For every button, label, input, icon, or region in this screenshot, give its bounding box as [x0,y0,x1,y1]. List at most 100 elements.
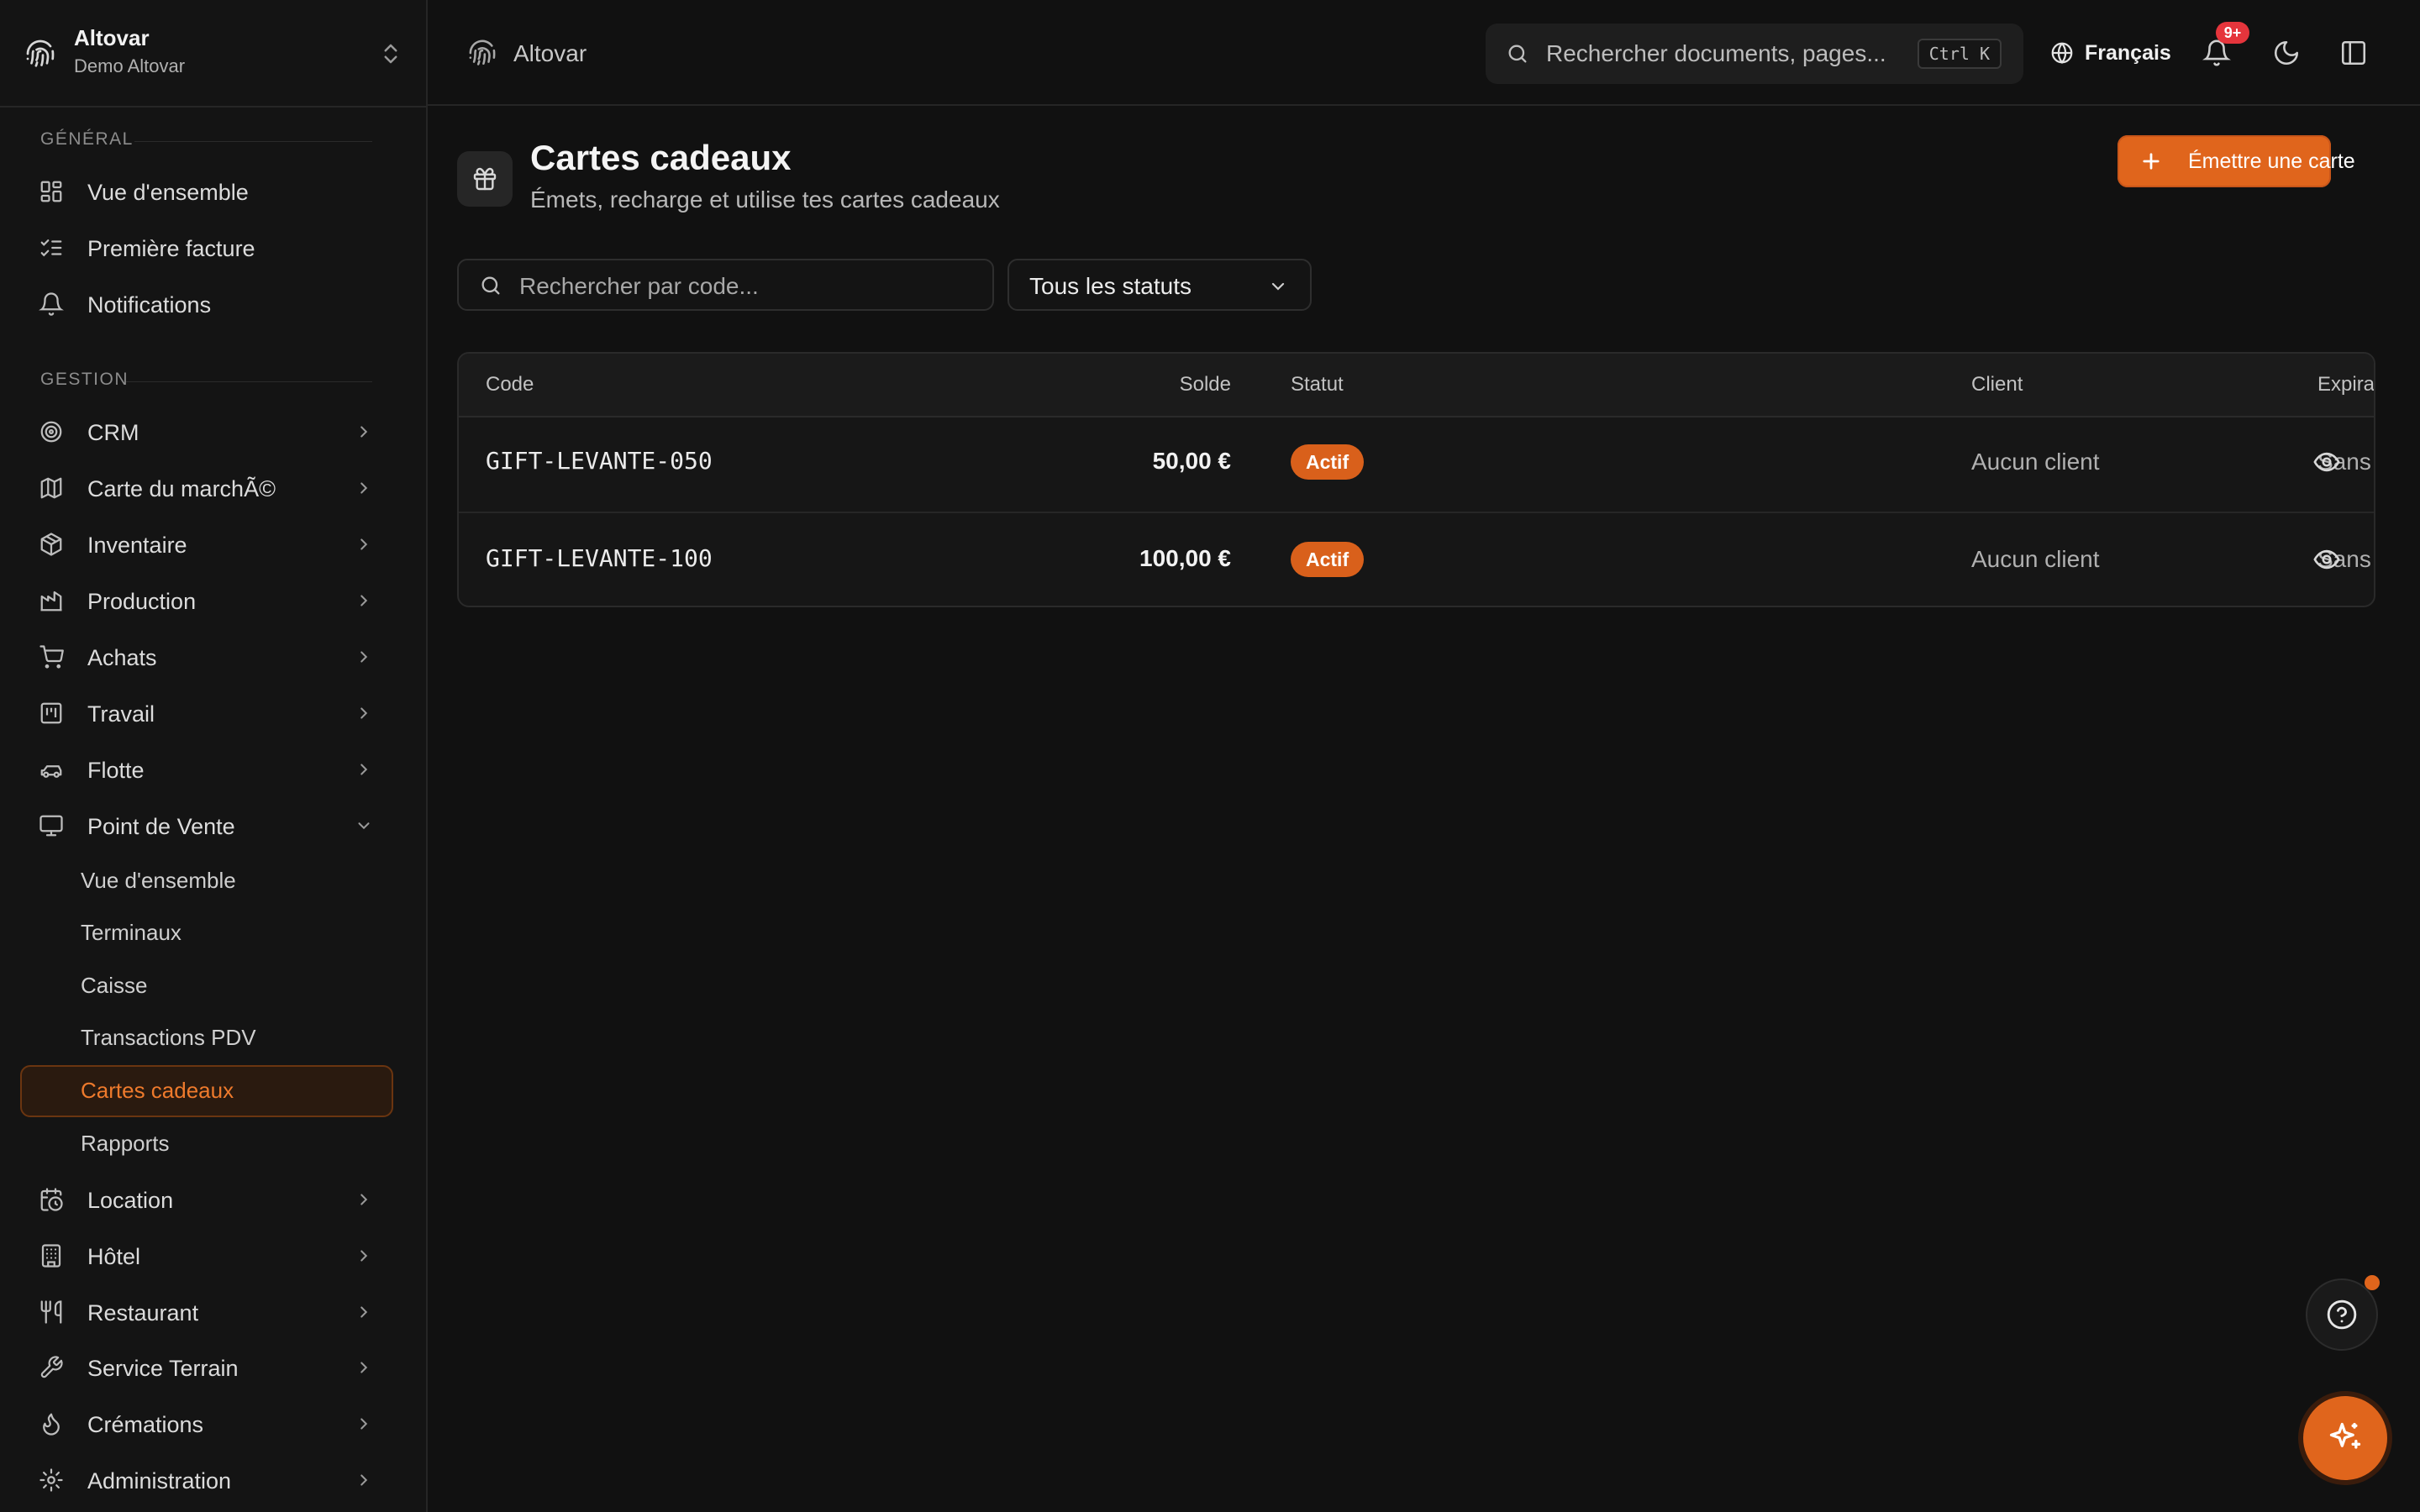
sidebar-item-production[interactable]: Production [20,576,393,625]
notifications-count-badge: 9+ [2216,22,2249,44]
kanban-icon [40,702,62,724]
sidebar-item-label: Location [87,1188,174,1213]
flame-icon [43,1413,60,1436]
sidebar-subitem-label: Caisse [81,973,148,998]
search-shortcut-hint: Ctrl K [1917,39,2002,69]
sidebar-item-label: Première facture [87,236,255,261]
global-search-placeholder: Rechercher documents, pages... [1546,40,1886,66]
sidebar-subitem-reports[interactable]: Rapports [20,1118,393,1167]
sidebar-item-label: Point de Vente [87,814,235,839]
sidebar-item-label: Production [87,589,197,614]
status-badge: Actif [1291,444,1365,480]
section-label-gestion: GESTION [40,370,129,389]
search-icon [1508,45,1527,63]
sidebar-item-hotel[interactable]: Hôtel [20,1231,393,1280]
view-eye-icon[interactable] [2312,545,2341,574]
chevron-right-icon [360,1306,368,1318]
moon-icon[interactable] [2272,39,2301,67]
list-checks-icon [40,239,62,257]
sidebar-item-field-service[interactable]: Service Terrain [20,1343,393,1392]
chevron-down-icon [358,822,370,830]
gift-card-code: GIFT-LEVANTE-050 [486,447,713,475]
sidebar-item-fleet[interactable]: Flotte [20,745,393,794]
sidebar-item-point-of-sale[interactable]: Point de Vente [20,801,393,850]
sidebar-item-rental[interactable]: Location [20,1175,393,1224]
status-filter-select[interactable]: Tous les statuts [1007,259,1312,311]
gift-card-client: Aucun client [1971,449,2100,475]
gift-card-balance: 100,00 € [1139,545,1231,571]
sidebar-item-market-map[interactable]: Carte du marchÃ© [20,464,393,512]
globe-icon [2051,42,2073,65]
section-divider [134,141,372,142]
sidebar-item-label: Inventaire [87,533,187,558]
chevrons-up-down-icon [384,44,397,64]
app-root: Altovar Demo Altovar GÉNÉRAL Vue d'ensem… [0,0,2420,1512]
chevron-right-icon [360,538,368,550]
code-search-input[interactable]: Rechercher par code... [457,259,994,311]
view-eye-icon[interactable] [2312,448,2341,476]
sidebar-item-label: Restaurant [87,1300,199,1326]
package-icon [40,533,62,556]
bell-icon [39,292,64,316]
sidebar-item-administration[interactable]: Administration [20,1456,393,1504]
monitor-icon [39,815,63,837]
help-indicator-dot [2365,1275,2380,1290]
sidebar-subitem-pos-transactions[interactable]: Transactions PDV [20,1012,393,1061]
sidebar-item-label: Service Terrain [87,1356,239,1381]
sidebar-item-label: Flotte [87,758,145,783]
workspace-switcher[interactable]: Altovar Demo Altovar [0,0,426,108]
ai-assistant-button[interactable] [2303,1396,2387,1480]
calendar-clock-icon [40,1188,63,1211]
workspace-subtitle: Demo Altovar [74,55,186,76]
table-row[interactable]: GIFT-LEVANTE-050 50,00 € Actif Aucun cli… [459,416,2374,510]
sidebar-item-overview[interactable]: Vue d'ensemble [20,167,393,216]
issue-card-button[interactable]: Émettre une carte [2118,135,2355,187]
global-search-input[interactable]: Rechercher documents, pages... Ctrl K [1486,24,2023,84]
building-icon [41,1244,61,1268]
sidebar-item-label: Vue d'ensemble [87,180,249,205]
chevron-right-icon [360,1250,368,1262]
column-header-balance[interactable]: Solde [1180,373,1231,396]
breadcrumb-app-name[interactable]: Altovar [513,40,587,67]
sidebar-item-purchases[interactable]: Achats [20,633,393,681]
chevron-right-icon [360,595,368,606]
fingerprint-icon [469,39,496,66]
column-header-expiration[interactable]: Expiration [2317,373,2374,396]
utensils-icon [40,1300,62,1324]
plus-icon [2143,153,2160,170]
table-row[interactable]: GIFT-LEVANTE-100 100,00 € Actif Aucun cl… [459,512,2374,606]
chevron-right-icon [360,651,368,663]
fingerprint-icon [26,39,55,67]
sidebar-subitem-label: Terminaux [81,920,182,945]
sidebar-item-cremations[interactable]: Crémations [20,1399,393,1448]
sidebar-item-inventory[interactable]: Inventaire [20,520,393,569]
target-icon [40,421,62,443]
column-header-code[interactable]: Code [486,373,534,396]
car-icon [40,765,62,778]
sidebar-subitem-terminals[interactable]: Terminaux [20,907,393,956]
search-icon [481,276,500,295]
issue-card-label: Émettre une carte [2188,150,2355,173]
gift-icon [473,167,497,191]
gift-card-balance: 50,00 € [1152,448,1231,474]
sidebar-item-label: Crémations [87,1412,204,1437]
sidebar-item-crm[interactable]: CRM [20,407,393,456]
page-title: Cartes cadeaux [530,138,792,177]
sidebar-subitem-label: Cartes cadeaux [81,1078,234,1103]
sidebar-item-restaurant[interactable]: Restaurant [20,1288,393,1336]
sidebar-item-label: Travail [87,701,155,727]
panel-toggle-icon[interactable] [2339,39,2368,67]
section-divider [126,381,372,382]
sidebar-item-first-invoice[interactable]: Première facture [20,223,393,272]
sidebar-subitem-register[interactable]: Caisse [20,960,393,1009]
sidebar-item-label: Achats [87,645,157,670]
help-button[interactable] [2306,1278,2378,1351]
sidebar-subitem-gift-cards[interactable]: Cartes cadeaux [20,1065,393,1117]
sidebar-item-notifications[interactable]: Notifications [20,280,393,328]
column-header-status[interactable]: Statut [1291,373,1344,396]
section-label-general: GÉNÉRAL [40,129,134,149]
sidebar-item-label: Hôtel [87,1244,141,1269]
sidebar-item-work[interactable]: Travail [20,689,393,738]
sidebar-subitem-pos-overview[interactable]: Vue d'ensemble [20,855,393,904]
column-header-client[interactable]: Client [1971,373,2023,396]
